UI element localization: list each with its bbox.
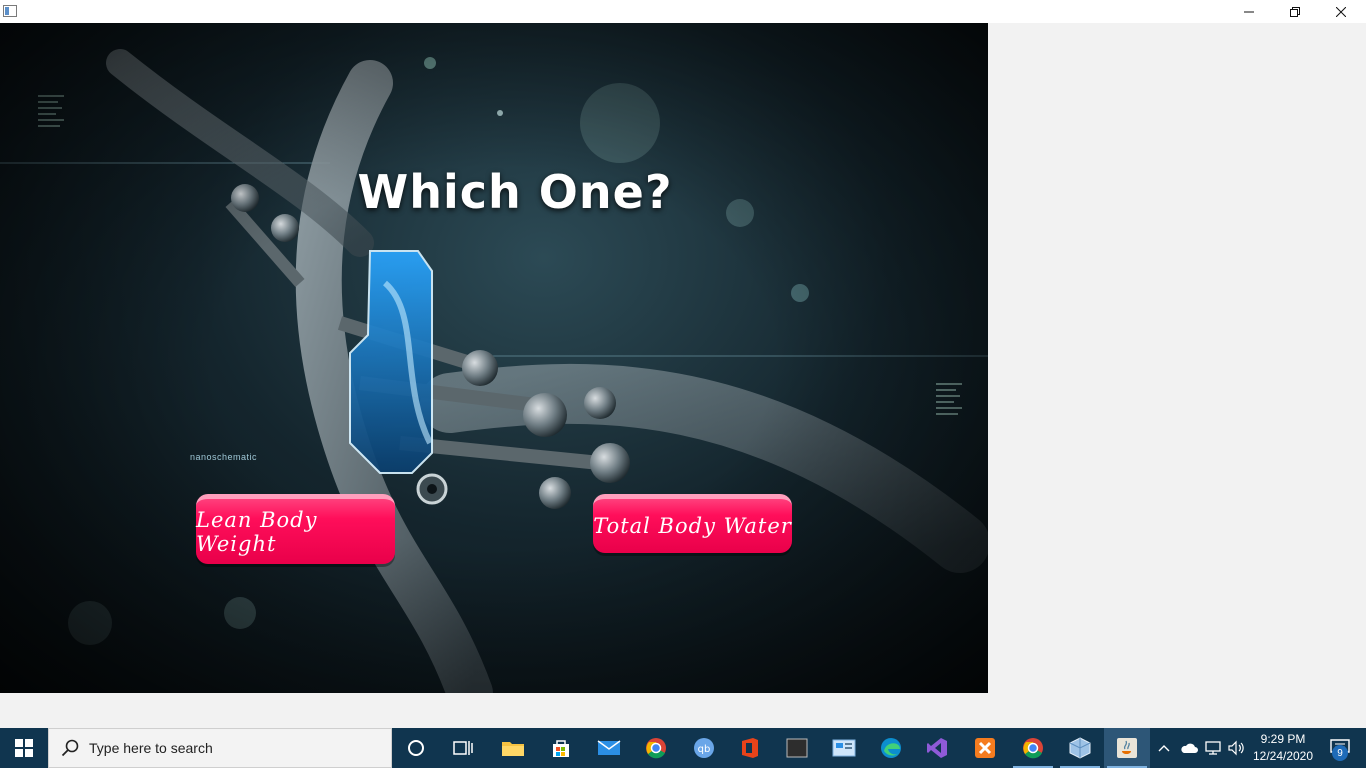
edge-icon [881,738,901,758]
terminal-button[interactable] [774,728,820,768]
volume-icon [1228,740,1244,756]
lean-body-weight-label: Lean Body Weight [196,507,318,556]
file-explorer-icon [502,742,524,756]
svg-text:qb: qb [698,744,711,755]
minimize-icon [1244,11,1254,12]
cloud-icon [1181,743,1198,753]
terminal-icon [786,738,808,758]
file-explorer-button[interactable] [490,728,536,768]
taskbar-search-box[interactable]: Type here to search [48,728,392,768]
close-button[interactable] [1318,0,1364,23]
chrome-icon [1023,738,1043,759]
java-app-button[interactable] [1104,728,1150,768]
volume-button[interactable] [1226,728,1248,768]
app-icon [3,5,17,17]
close-icon [1336,6,1346,17]
show-hidden-icons-button[interactable] [1154,728,1174,768]
clock-time: 9:29 PM [1260,732,1306,746]
chevron-up-icon [1158,745,1170,752]
total-body-water-button[interactable]: Total Body Water [593,494,792,553]
xampp-button[interactable] [962,728,1008,768]
cortana-icon [408,740,424,756]
chrome-icon [646,738,666,759]
edge-button[interactable] [868,728,914,768]
page-title: Which One? [357,165,673,219]
dna-background-panel: nanoschematic [0,23,988,693]
java-icon [1117,738,1137,758]
taskbar-clock[interactable]: 9:29 PM 12/24/2020 [1248,731,1318,765]
visual-studio-icon [927,738,947,758]
windows-taskbar: Type here to search qb 9:29 PM 12/24/202… [0,728,1366,768]
task-view-icon [453,741,473,755]
visual-studio-button[interactable] [914,728,960,768]
mail-icon [597,740,621,755]
window-title-bar [0,0,1366,23]
search-placeholder: Type here to search [89,740,213,756]
network-icon [1205,741,1221,755]
chrome-button[interactable] [633,728,679,768]
control-panel-icon [832,739,856,757]
qbittorrent-icon: qb [694,738,714,758]
network-button[interactable] [1202,728,1224,768]
lean-body-weight-button[interactable]: Lean Body Weight [196,494,395,564]
qbittorrent-button[interactable]: qb [681,728,727,768]
xampp-icon [975,738,995,758]
restore-icon [1290,6,1300,17]
office-icon [742,738,758,758]
onedrive-button[interactable] [1178,728,1200,768]
store-icon [553,740,569,757]
virtualbox-button[interactable] [1057,728,1103,768]
chrome-window-button[interactable] [1010,728,1056,768]
search-icon [61,739,79,757]
clock-date: 12/24/2020 [1252,749,1314,763]
task-view-button[interactable] [440,728,486,768]
control-panel-button[interactable] [821,728,867,768]
restore-button[interactable] [1272,0,1318,23]
minimize-button[interactable] [1226,0,1272,23]
start-button[interactable] [0,728,48,768]
virtualbox-icon [1069,737,1091,759]
total-body-water-label: Total Body Water [593,514,792,538]
vignette-overlay [0,23,988,693]
office-button[interactable] [727,728,773,768]
microsoft-store-button[interactable] [538,728,584,768]
mail-button[interactable] [586,728,632,768]
cortana-button[interactable] [393,728,439,768]
notification-count-badge: 9 [1332,745,1348,761]
nanoschematic-label: nanoschematic [190,452,258,462]
windows-logo-icon [15,739,33,757]
